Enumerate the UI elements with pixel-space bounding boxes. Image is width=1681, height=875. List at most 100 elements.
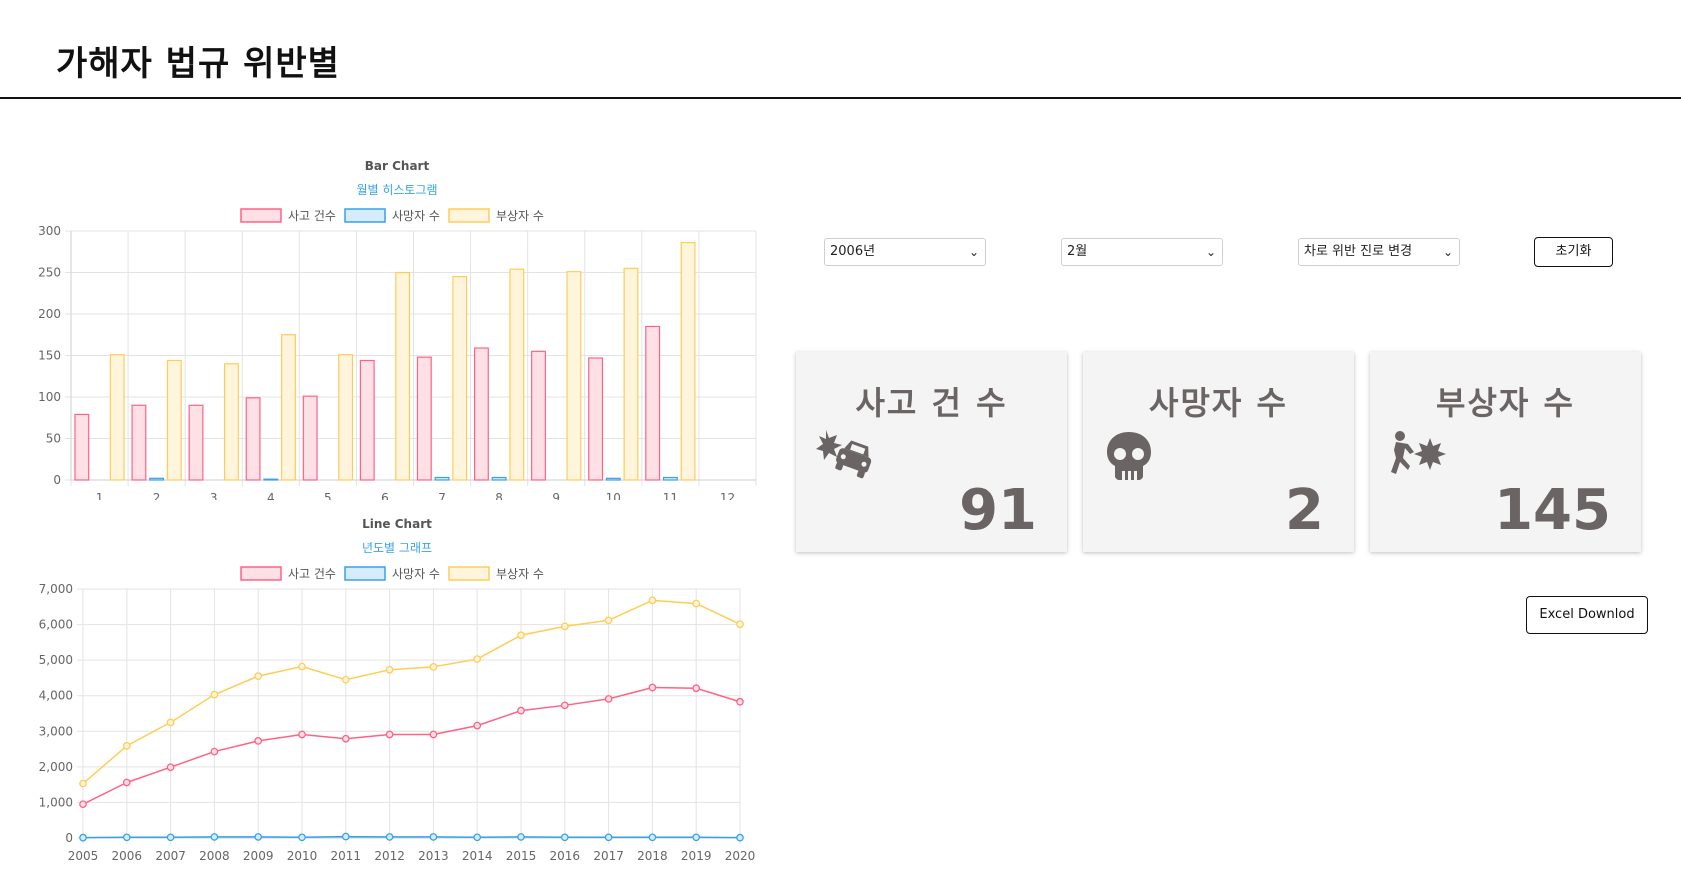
data-point <box>166 718 175 727</box>
car-crash-icon <box>816 430 872 479</box>
data-point <box>560 622 569 631</box>
x-tick-label: 2010 <box>287 849 318 863</box>
excel-download-button[interactable]: Excel Downlod <box>1526 596 1648 634</box>
person-hit-icon <box>1391 431 1446 474</box>
data-point <box>692 684 701 693</box>
legend-swatch <box>448 208 490 223</box>
x-tick-label: 2013 <box>418 849 449 863</box>
chart-title: Line Chart <box>362 517 432 531</box>
data-point <box>166 763 175 772</box>
legend-swatch <box>448 566 490 581</box>
x-tick-label: 4 <box>267 491 275 500</box>
x-tick-label: 1 <box>96 491 104 500</box>
data-point <box>341 832 350 841</box>
bar <box>452 276 468 481</box>
x-tick-label: 9 <box>552 491 560 500</box>
x-tick-label: 2009 <box>243 849 274 863</box>
y-tick-label: 6,000 <box>39 618 73 632</box>
data-point <box>385 730 394 739</box>
bar <box>491 476 507 481</box>
data-point <box>298 730 306 739</box>
bar-chart: Bar Chart월별 히스토그램사고 건수 사망자 수 부상자 수05010015… <box>38 159 757 500</box>
legend-swatch <box>344 208 386 223</box>
y-tick-label: 3,000 <box>39 724 73 738</box>
x-tick-label: 2011 <box>331 849 362 863</box>
bar <box>263 478 279 481</box>
bar <box>645 325 661 481</box>
data-point <box>429 833 438 841</box>
x-tick-label: 6 <box>381 491 389 500</box>
bar <box>338 354 354 481</box>
bar <box>623 267 639 481</box>
data-point <box>517 706 525 715</box>
bar <box>188 404 204 481</box>
data-point <box>517 833 525 841</box>
bar <box>566 271 582 481</box>
x-tick-label: 2015 <box>506 849 537 863</box>
y-tick-label: 0 <box>65 831 73 845</box>
y-tick-label: 50 <box>46 432 61 446</box>
bar <box>588 357 604 481</box>
legend-label: 사고 건수 <box>288 567 336 581</box>
legend-label: 부상자 수 <box>496 567 544 581</box>
x-tick-label: 2020 <box>725 849 756 863</box>
data-point <box>79 779 87 788</box>
page-header: 가해자 법규 위반별 <box>0 0 1681 99</box>
y-tick-label: 2,000 <box>39 760 73 774</box>
skull-icon <box>1107 432 1151 480</box>
x-tick-label: 2016 <box>550 849 581 863</box>
reset-button[interactable]: 초기화 <box>1534 237 1613 267</box>
x-tick-label: 2014 <box>462 849 493 863</box>
x-tick-label: 2007 <box>155 849 186 863</box>
bar <box>662 476 678 481</box>
card-title: 사망자 수 <box>1149 384 1288 422</box>
data-point <box>298 662 306 671</box>
chart-subtitle: 월별 히스토그램 <box>356 183 437 197</box>
chevron-down-icon: ⌄ <box>1205 245 1216 259</box>
data-point <box>122 742 131 750</box>
y-tick-label: 250 <box>38 266 61 280</box>
bar <box>434 476 450 481</box>
y-tick-label: 150 <box>38 349 61 363</box>
bar <box>149 477 165 481</box>
chevron-down-icon: ⌄ <box>968 245 979 259</box>
data-point <box>736 697 744 706</box>
bar <box>74 413 90 481</box>
line-chart: Line Chart 년도별 그래프사고 건수 사망자 수 부상자 수 0 1,000 2,… <box>39 517 756 863</box>
x-tick-label: 2 <box>153 491 161 500</box>
bar <box>359 359 375 481</box>
legend-swatch <box>240 566 282 581</box>
data-point <box>166 833 175 842</box>
bar <box>509 268 525 481</box>
violation-select[interactable]: 차로 위반 진로 변경 ⌄ <box>1298 238 1460 266</box>
data-point <box>736 833 744 842</box>
x-tick-label: 5 <box>324 491 332 500</box>
legend-swatch <box>240 208 282 223</box>
series-line <box>82 835 741 839</box>
bar <box>166 359 182 481</box>
data-point <box>210 690 219 699</box>
data-point <box>473 655 482 663</box>
card-title: 사고 건 수 <box>855 384 1008 422</box>
data-point <box>692 833 701 842</box>
death-count-card: 사망자 수 2 <box>1083 352 1354 552</box>
data-point <box>517 631 525 640</box>
y-tick-label: 0 <box>53 473 61 487</box>
series-line <box>82 686 741 805</box>
data-point <box>692 599 701 608</box>
data-point <box>210 747 219 756</box>
legend-label: 사고 건수 <box>288 209 336 223</box>
month-select-value: 2월 <box>1067 244 1088 259</box>
year-select[interactable]: 2006년 ⌄ <box>824 238 986 266</box>
data-point <box>736 620 744 629</box>
data-point <box>254 737 263 745</box>
x-tick-label: 8 <box>495 491 503 500</box>
x-tick-label: 10 <box>606 491 621 500</box>
bar <box>131 404 147 481</box>
data-point <box>604 833 613 842</box>
month-select[interactable]: 2월 ⌄ <box>1061 238 1223 266</box>
violation-select-value: 차로 위반 진로 변경 <box>1304 244 1413 259</box>
data-point <box>341 734 350 743</box>
data-point <box>79 800 87 809</box>
data-point <box>298 833 306 842</box>
